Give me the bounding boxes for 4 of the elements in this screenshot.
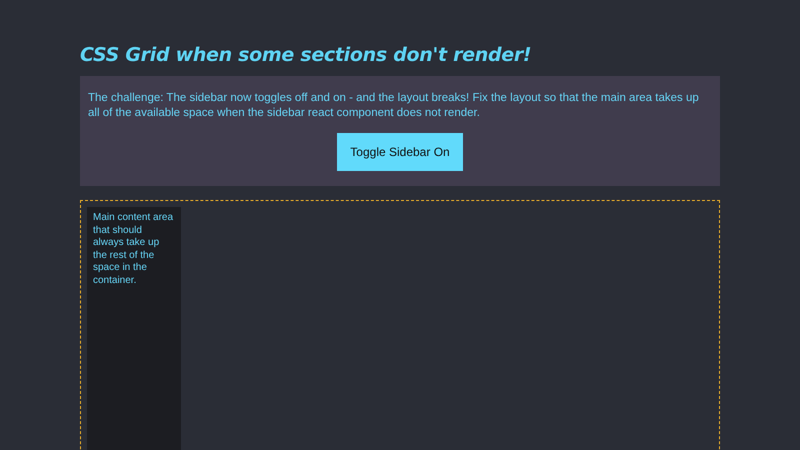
main-content-area: Main content area that should always take up the rest of the space in the container. xyxy=(87,207,181,450)
page-title: CSS Grid when some sections don't render! xyxy=(80,44,532,66)
toggle-sidebar-button[interactable]: Toggle Sidebar On xyxy=(337,133,463,171)
challenge-text: The challenge: The sidebar now toggles off and on - and the layout breaks! Fix the layout so that the main area takes up all of the available space when the sidebar react component does not render. xyxy=(88,91,700,121)
